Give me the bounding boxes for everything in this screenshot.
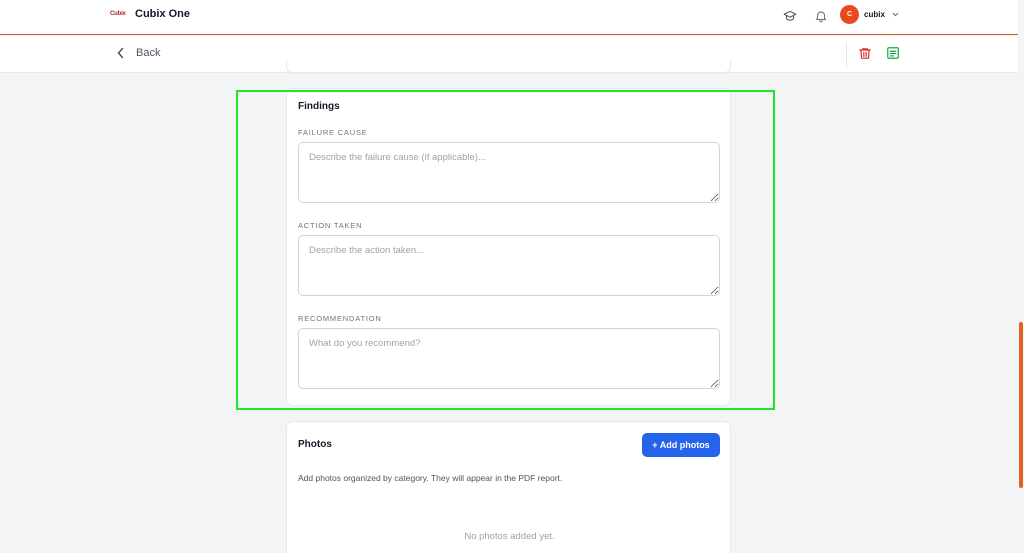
- chevron-down-icon[interactable]: [891, 10, 900, 19]
- scrollbar-thumb[interactable]: [1019, 322, 1023, 488]
- findings-card: Findings FAILURE CAUSE ACTION TAKEN RECO…: [286, 88, 731, 406]
- divider: [846, 42, 847, 68]
- back-button[interactable]: Back: [116, 47, 160, 59]
- brand[interactable]: Cubix Cubix One: [110, 8, 190, 20]
- findings-title: Findings: [298, 101, 340, 112]
- graduation-cap-icon[interactable]: [783, 9, 797, 23]
- action-taken-label: ACTION TAKEN: [298, 221, 363, 230]
- avatar[interactable]: C: [840, 5, 859, 24]
- save-icon[interactable]: [886, 46, 900, 60]
- add-photos-button[interactable]: + Add photos: [642, 433, 720, 457]
- failure-cause-textarea[interactable]: [298, 142, 720, 203]
- recommendation-label: RECOMMENDATION: [298, 314, 382, 323]
- app-name: Cubix One: [135, 8, 191, 20]
- user-name[interactable]: cubix: [864, 10, 885, 19]
- action-taken-textarea[interactable]: [298, 235, 720, 296]
- photos-title: Photos: [298, 439, 332, 450]
- recommendation-textarea[interactable]: [298, 328, 720, 389]
- back-label: Back: [136, 47, 161, 59]
- bell-icon[interactable]: [814, 9, 828, 23]
- chevron-left-icon: [117, 47, 124, 59]
- photos-description: Add photos organized by category. They w…: [298, 473, 563, 483]
- photos-card: Photos + Add photos Add photos organized…: [286, 421, 731, 553]
- brand-logo: Cubix: [110, 11, 126, 17]
- top-header: Cubix Cubix One C cubix: [0, 0, 1024, 35]
- failure-cause-label: FAILURE CAUSE: [298, 128, 368, 137]
- trash-icon[interactable]: [858, 46, 872, 61]
- previous-section-card: [286, 60, 731, 73]
- photos-empty-state: No photos added yet.: [464, 531, 555, 542]
